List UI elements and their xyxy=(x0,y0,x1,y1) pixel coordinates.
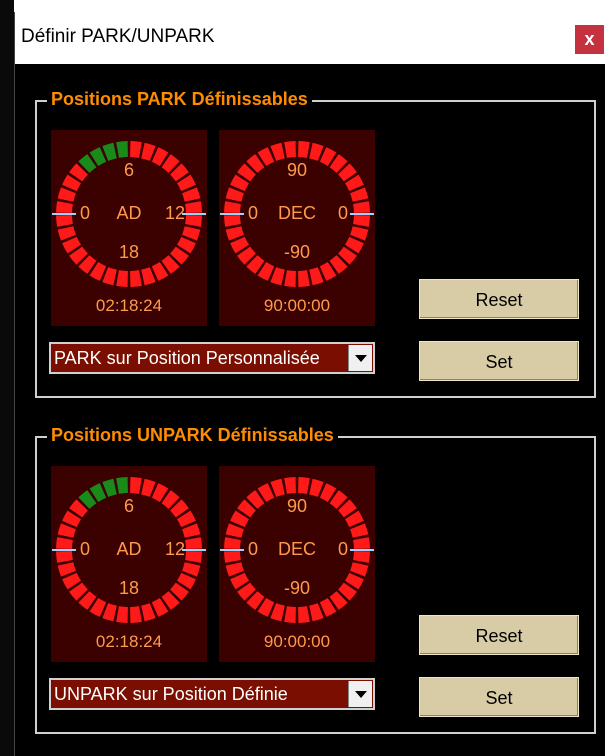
ra-axis-name: AD xyxy=(116,539,142,559)
ring-segment xyxy=(130,477,142,494)
park-positions-group: Positions PARK Définissables 6 0 AD 12 1… xyxy=(35,89,596,398)
ring-segment xyxy=(116,606,128,623)
ring-segment xyxy=(298,606,310,623)
ra-time-readout: 02:18:24 xyxy=(95,632,163,651)
ra-top-value: 6 xyxy=(123,496,134,516)
close-icon: x xyxy=(584,29,595,49)
park-dec-dial[interactable]: 90 0 DEC 0 -90 90:00:00 xyxy=(219,130,375,326)
unpark-reset-button[interactable]: Reset xyxy=(419,615,579,655)
dec-bottom-value: -90 xyxy=(283,578,310,598)
dec-bottom-value: -90 xyxy=(283,242,310,262)
window-title: Définir PARK/UNPARK xyxy=(21,26,215,47)
unpark-ra-dial[interactable]: 6 0 AD 12 18 02:18:24 xyxy=(51,466,207,662)
ring-segment xyxy=(130,606,142,623)
dec-axis-name: DEC xyxy=(277,203,316,223)
ring-segment xyxy=(284,270,296,287)
ra-right-value: 12 xyxy=(164,539,186,559)
ra-bottom-value: 18 xyxy=(118,578,140,598)
ring-segment xyxy=(298,270,310,287)
ra-top-value: 6 xyxy=(123,160,134,180)
ra-time-readout: 02:18:24 xyxy=(95,296,163,315)
dec-left-value: 0 xyxy=(247,203,258,223)
ring-segment xyxy=(130,270,142,287)
unpark-mode-select[interactable]: UNPARK sur Position Définie xyxy=(49,678,375,710)
title-bar: Définir PARK/UNPARK x xyxy=(15,12,605,64)
ring-segment xyxy=(284,606,296,623)
ring-segment xyxy=(116,141,128,158)
park-ra-dial[interactable]: 6 0 AD 12 18 02:18:24 xyxy=(51,130,207,326)
dec-axis-name: DEC xyxy=(277,539,316,559)
ring-segment xyxy=(298,141,310,158)
dec-time-readout: 90:00:00 xyxy=(263,296,331,315)
ring-segment xyxy=(284,477,296,494)
unpark-dec-dial[interactable]: 90 0 DEC 0 -90 90:00:00 xyxy=(219,466,375,662)
unpark-positions-group: Positions UNPARK Définissables 6 0 AD 12… xyxy=(35,425,596,734)
ring-segment xyxy=(298,477,310,494)
dec-top-value: 90 xyxy=(286,160,308,180)
unpark-mode-value: UNPARK sur Position Définie xyxy=(54,684,288,704)
ra-bottom-value: 18 xyxy=(118,242,140,262)
ra-left-value: 0 xyxy=(79,539,90,559)
park-unpark-dialog: Définir PARK/UNPARK x Positions PARK Déf… xyxy=(14,12,605,756)
dec-right-value: 0 xyxy=(337,203,348,223)
background-window-edge xyxy=(0,0,14,756)
unpark-group-label: Positions UNPARK Définissables xyxy=(47,425,338,446)
ring-segment xyxy=(284,141,296,158)
dec-left-value: 0 xyxy=(247,539,258,559)
close-button[interactable]: x xyxy=(575,25,604,54)
chevron-down-icon[interactable] xyxy=(348,681,372,707)
ra-left-value: 0 xyxy=(79,203,90,223)
ra-axis-name: AD xyxy=(116,203,142,223)
dec-right-value: 0 xyxy=(337,539,348,559)
unpark-set-button[interactable]: Set xyxy=(419,677,579,717)
park-reset-button[interactable]: Reset xyxy=(419,279,579,319)
chevron-down-icon[interactable] xyxy=(348,345,372,371)
dec-time-readout: 90:00:00 xyxy=(263,632,331,651)
ring-segment xyxy=(116,270,128,287)
park-mode-value: PARK sur Position Personnalisée xyxy=(54,348,320,368)
ring-segment xyxy=(116,477,128,494)
park-group-label: Positions PARK Définissables xyxy=(47,89,312,110)
park-set-button[interactable]: Set xyxy=(419,341,579,381)
ring-segment xyxy=(130,141,142,158)
park-mode-select[interactable]: PARK sur Position Personnalisée xyxy=(49,342,375,374)
ra-right-value: 12 xyxy=(164,203,186,223)
dec-top-value: 90 xyxy=(286,496,308,516)
